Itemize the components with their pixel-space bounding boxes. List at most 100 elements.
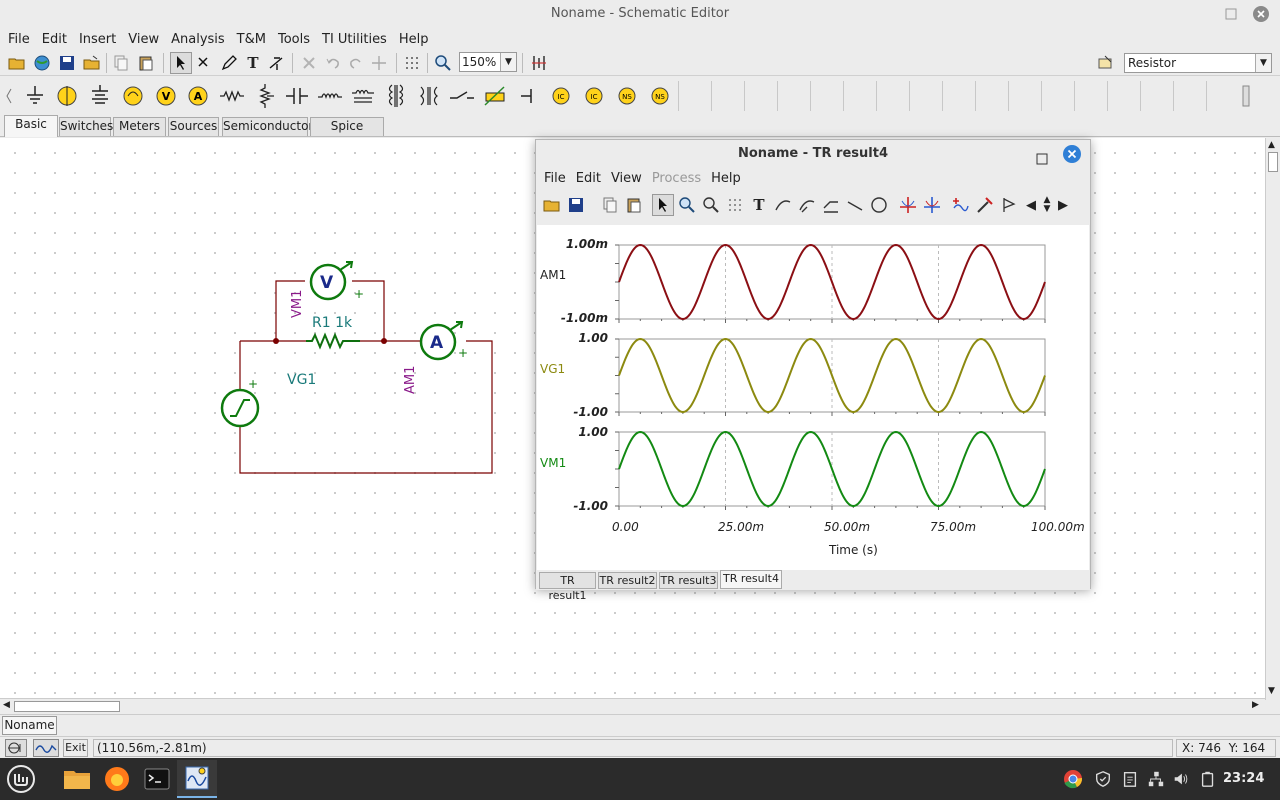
- select-tool-button[interactable]: [170, 52, 192, 74]
- menu-edit[interactable]: Edit: [38, 28, 71, 50]
- part-variable-resistor[interactable]: [480, 81, 510, 111]
- menu-tools[interactable]: Tools: [274, 28, 314, 50]
- horizontal-scroll-thumb[interactable]: [14, 701, 120, 712]
- notes-tray-icon[interactable]: [1119, 768, 1141, 790]
- results-menu-edit[interactable]: Edit: [574, 169, 603, 189]
- undo-button[interactable]: [322, 52, 344, 74]
- tab-tr-result3[interactable]: TR result3: [659, 572, 718, 589]
- horizontal-scrollbar[interactable]: ◀ ▶: [0, 698, 1265, 714]
- tab-tr-result2[interactable]: TR result2: [598, 572, 657, 589]
- part-potentiometer[interactable]: [250, 81, 280, 111]
- shield-tray-icon[interactable]: [1092, 768, 1114, 790]
- results-zoom-out-button[interactable]: [700, 194, 722, 216]
- results-pan-left-button[interactable]: ◀: [1024, 194, 1038, 216]
- clock[interactable]: 23:24: [1223, 771, 1264, 786]
- redo-button[interactable]: [345, 52, 367, 74]
- schematic-mode-button[interactable]: [5, 739, 27, 757]
- zoom-select[interactable]: 150% ▼: [459, 52, 517, 72]
- part-terminal[interactable]: [513, 81, 543, 111]
- close-button[interactable]: [1252, 5, 1270, 23]
- results-close-button[interactable]: [1062, 144, 1082, 164]
- network-tray-icon[interactable]: [1145, 768, 1167, 790]
- delete-button[interactable]: [298, 52, 320, 74]
- part-resistor[interactable]: [217, 81, 247, 111]
- results-grid-button[interactable]: [724, 194, 746, 216]
- volume-tray-icon[interactable]: [1170, 768, 1192, 790]
- tab-meters[interactable]: Meters: [113, 117, 166, 136]
- simulate-button[interactable]: [528, 52, 550, 74]
- part-voltmeter[interactable]: V: [151, 81, 181, 111]
- results-menu-process[interactable]: Process: [650, 169, 703, 189]
- open-button[interactable]: [6, 52, 28, 74]
- tab-tr-result1[interactable]: TR result1: [539, 572, 596, 602]
- part-inductor[interactable]: [315, 81, 345, 111]
- paste-button[interactable]: [135, 52, 157, 74]
- part-transformer[interactable]: [381, 81, 411, 111]
- waveform-mode-button[interactable]: [33, 739, 59, 757]
- battery-tray-icon[interactable]: [1197, 768, 1219, 790]
- wire-tool-button[interactable]: [194, 52, 216, 74]
- scroll-right-arrow[interactable]: ▶: [1252, 700, 1259, 710]
- measure-tool-button[interactable]: [266, 52, 288, 74]
- tab-basic[interactable]: Basic: [4, 115, 58, 137]
- open-project-button[interactable]: [81, 52, 103, 74]
- component-finder-button[interactable]: [1095, 52, 1117, 74]
- menu-ti-utilities[interactable]: TI Utilities: [318, 28, 391, 50]
- results-probe-button[interactable]: [974, 194, 996, 216]
- tab-switches[interactable]: Switches: [59, 117, 113, 136]
- part-capacitor[interactable]: [282, 81, 312, 111]
- results-ellipse-button[interactable]: [868, 194, 890, 216]
- results-pan-right-button[interactable]: ▶: [1056, 194, 1070, 216]
- part-battery[interactable]: [85, 81, 115, 111]
- results-curve-button[interactable]: [772, 194, 794, 216]
- results-cursor-b-button[interactable]: [921, 194, 943, 216]
- plot-area[interactable]: AM1 VG1 VM1 1.00m -1.00m 1.00 -1.00 1.00…: [537, 225, 1089, 571]
- tina-taskbar-button[interactable]: [177, 760, 217, 798]
- results-copy-button[interactable]: [599, 194, 621, 216]
- chrome-tray-icon[interactable]: [1062, 768, 1084, 790]
- text-tool-button[interactable]: T: [242, 52, 264, 74]
- results-select-button[interactable]: [652, 194, 674, 216]
- results-marker-button[interactable]: [998, 194, 1020, 216]
- menu-insert[interactable]: Insert: [75, 28, 120, 50]
- part-current-source[interactable]: [52, 81, 82, 111]
- grid-button[interactable]: [401, 52, 423, 74]
- menu-analysis[interactable]: Analysis: [167, 28, 229, 50]
- results-open-button[interactable]: [541, 194, 563, 216]
- junction-button[interactable]: [368, 52, 390, 74]
- part-ic-1[interactable]: IC: [546, 81, 576, 111]
- exit-button[interactable]: Exit: [63, 739, 88, 757]
- part-ns-2[interactable]: NS: [645, 81, 675, 111]
- results-menu-help[interactable]: Help: [709, 169, 743, 189]
- scroll-up-arrow[interactable]: ▲: [1268, 140, 1275, 150]
- menu-help[interactable]: Help: [395, 28, 433, 50]
- results-menu-view[interactable]: View: [609, 169, 644, 189]
- part-coupled-inductor[interactable]: [348, 81, 378, 111]
- scroll-right-arrow[interactable]: [1240, 81, 1252, 111]
- results-pan-updown-button[interactable]: ▲ ▼: [1040, 194, 1054, 216]
- part-lamp[interactable]: [118, 81, 148, 111]
- results-add-curve-button[interactable]: [950, 194, 972, 216]
- tab-spice-macros[interactable]: Spice Macros: [310, 117, 384, 150]
- maximize-button[interactable]: [1222, 5, 1240, 23]
- tab-sources[interactable]: Sources: [168, 117, 219, 136]
- results-cursor-a-button[interactable]: [897, 194, 919, 216]
- scroll-left-arrow[interactable]: [3, 81, 15, 111]
- menu-view[interactable]: View: [124, 28, 163, 50]
- component-select[interactable]: Resistor ▼: [1124, 53, 1272, 73]
- web-button[interactable]: [31, 52, 53, 74]
- part-ideal-transformer[interactable]: [414, 81, 444, 111]
- terminal-taskbar-button[interactable]: [137, 760, 177, 798]
- tab-semiconductors[interactable]: Semiconductors: [222, 117, 320, 136]
- results-save-button[interactable]: [565, 194, 587, 216]
- menu-tm[interactable]: T&M: [233, 28, 270, 50]
- results-paste-button[interactable]: [623, 194, 645, 216]
- results-line-button[interactable]: [844, 194, 866, 216]
- scroll-down-arrow[interactable]: ▼: [1268, 686, 1275, 696]
- results-menu-file[interactable]: File: [542, 169, 568, 189]
- part-switch[interactable]: [447, 81, 477, 111]
- save-button[interactable]: [56, 52, 78, 74]
- pen-tool-button[interactable]: [218, 52, 240, 74]
- menu-file[interactable]: File: [4, 28, 34, 50]
- zoom-button[interactable]: [432, 52, 454, 74]
